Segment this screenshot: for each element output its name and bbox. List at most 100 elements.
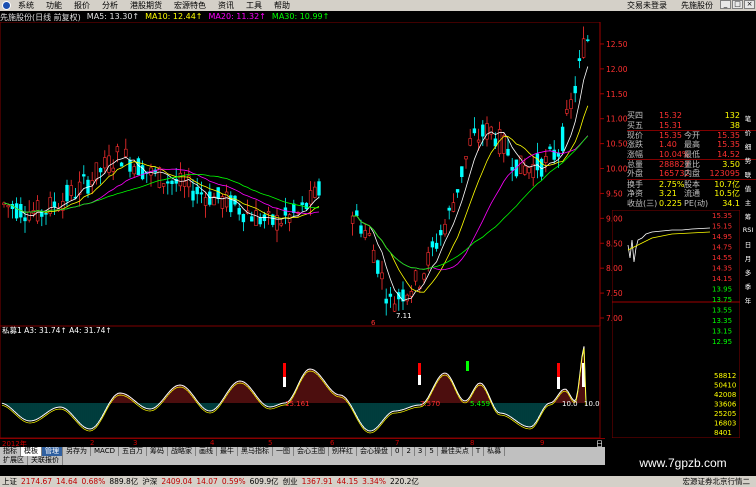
stat-value-2: 34.1: [722, 198, 740, 208]
watermark: www.7gpzb.com: [610, 452, 756, 474]
candlestick-chart[interactable]: 12.5012.0011.5011.0010.5010.009.509.008.…: [0, 22, 627, 326]
broker-name: 宏源证券北京行情二: [682, 477, 751, 486]
tab-3[interactable]: 另存为: [63, 447, 91, 456]
price-tick: 12.00: [606, 65, 627, 74]
menu-system[interactable]: 系统: [12, 0, 40, 11]
volume-tick: 50410: [714, 382, 736, 390]
ma10-label: MA10: 12.44↑: [145, 12, 203, 21]
sh-label: 上证: [2, 477, 17, 486]
sidebar-btn-0[interactable]: 笔: [740, 111, 756, 125]
sh-index: 2174.67: [21, 477, 53, 486]
menu-hongyuan[interactable]: 宏源特色: [168, 0, 212, 11]
indicator-line: [1, 346, 587, 434]
sidebar-btn-11[interactable]: 多: [740, 265, 756, 279]
tab-15[interactable]: 0: [392, 447, 404, 456]
sidebar-btn-9[interactable]: 日: [740, 237, 756, 251]
quote-stat-row: 外盘 165732 内盘 123095: [627, 169, 756, 179]
stat-value-2: 15.35: [717, 131, 740, 141]
price-tick: 11.00: [606, 115, 627, 124]
date-tick: 6: [330, 439, 335, 447]
minute-tick: 13.15: [712, 328, 732, 336]
menu-news[interactable]: 资讯: [212, 0, 240, 11]
tab-19[interactable]: 最佳买点: [438, 447, 473, 456]
tab-14[interactable]: 会心操盘: [357, 447, 392, 456]
tab-6[interactable]: 筹码: [147, 447, 168, 456]
tab-8[interactable]: 画线: [196, 447, 217, 456]
indicator-last-value: 10.0: [584, 400, 600, 408]
ma5-label: MA5: 13.30↑: [86, 12, 140, 21]
minute-tick: 13.75: [712, 296, 732, 304]
stat-value: 2.75%: [659, 179, 685, 189]
sidebar-btn-5[interactable]: 值: [740, 181, 756, 195]
tab-18[interactable]: 5: [426, 447, 438, 456]
tab-10[interactable]: 黑马指标: [238, 447, 273, 456]
tab-20[interactable]: T: [473, 447, 485, 456]
quote-panel: 买四 15.32 132 买五 15.31 38 现价 15.35 今开 15.35 涨…: [627, 111, 756, 208]
tab-7[interactable]: 战略家: [168, 447, 196, 456]
ma20-label: MA20: 11.32↑: [208, 12, 266, 21]
stat-value: 3.21: [659, 188, 677, 198]
indicator-chart[interactable]: 私募1 A3: 31.74↑ A4: 31.74↑ 15.161 7.570 5…: [0, 326, 605, 438]
cy-label: 创业: [282, 477, 298, 486]
tab-5[interactable]: 五百万: [119, 447, 147, 456]
date-tick: 5: [268, 439, 273, 447]
tab-13[interactable]: 别样红: [329, 447, 357, 456]
quote-stat-row: 涨幅 10.04% 最低 14.52: [627, 150, 756, 160]
tab-16[interactable]: 2: [403, 447, 415, 456]
menu-help[interactable]: 帮助: [268, 0, 296, 11]
price-tick: 9.50: [606, 189, 623, 198]
low-price-label: 7.11: [396, 312, 412, 320]
sidebar-btn-3[interactable]: 势: [740, 153, 756, 167]
stat-value-2: 15.35: [717, 140, 740, 150]
bar-label-4: 10.0: [562, 400, 578, 408]
stat-value-2: 10.5亿: [714, 188, 740, 198]
stat-value: 0.225: [659, 198, 682, 208]
tab-4[interactable]: MACD: [91, 447, 119, 456]
sidebar-btn-12[interactable]: 季: [740, 279, 756, 293]
sidebar-btn-13[interactable]: 年: [740, 293, 756, 307]
date-axis: 2012年 2 3 4 5 6 7 8 9 日: [0, 438, 605, 448]
minute-tick: 13.95: [712, 286, 732, 294]
tab-extension[interactable]: 扩展区: [0, 456, 28, 465]
minute-tick: 15.35: [712, 212, 732, 220]
stat-label-2: PE(动): [684, 198, 709, 208]
tab-2[interactable]: 管理: [42, 447, 63, 456]
cy-pct: 3.34%: [362, 477, 386, 486]
sidebar-btn-8[interactable]: RSI: [740, 223, 756, 237]
tab-1[interactable]: 模板: [21, 447, 42, 456]
sidebar-btn-7[interactable]: 筹: [740, 209, 756, 223]
tab-11[interactable]: 一图: [273, 447, 294, 456]
menu-quote[interactable]: 报价: [68, 0, 96, 11]
minimize-icon[interactable]: _: [720, 0, 731, 9]
tab-12[interactable]: 会心主图: [294, 447, 329, 456]
minute-tick: 14.15: [712, 275, 732, 283]
menu-hk-futures[interactable]: 港股期货: [124, 0, 168, 11]
stat-value: 15.35: [659, 131, 682, 141]
volume-tick: 58812: [714, 372, 736, 380]
sidebar-btn-10[interactable]: 月: [740, 251, 756, 265]
maximize-icon[interactable]: □: [732, 0, 743, 9]
cy-change: 44.15: [336, 477, 359, 486]
tab-21[interactable]: 私募: [484, 447, 506, 456]
price-tick: 10.00: [606, 165, 627, 174]
bar-label-3: 5.459: [470, 400, 490, 408]
minute-chart[interactable]: 15.35 15.15 14.95 14.75 14.55 14.35 14.15 13.95…: [612, 210, 740, 438]
date-tick: 3: [133, 439, 138, 447]
tab-related-quote[interactable]: 关联报价: [28, 456, 63, 465]
menu-tools[interactable]: 工具: [240, 0, 268, 11]
trade-login-status[interactable]: 交易未登录: [620, 0, 674, 11]
tab-0[interactable]: 指标: [0, 447, 21, 456]
menu-function[interactable]: 功能: [40, 0, 68, 11]
tab-9[interactable]: 最牛: [217, 447, 238, 456]
minute-tick: 14.75: [712, 244, 732, 252]
sidebar-btn-2[interactable]: 细: [740, 139, 756, 153]
tab-17[interactable]: 3: [415, 447, 427, 456]
sidebar-btn-1[interactable]: 价: [740, 125, 756, 139]
sidebar-btn-6[interactable]: 主: [740, 195, 756, 209]
sh-amount: 889.8亿: [109, 477, 139, 486]
sidebar-btn-4[interactable]: 联: [740, 167, 756, 181]
stat-label: 收益(三): [627, 198, 658, 208]
close-icon[interactable]: ×: [744, 0, 755, 9]
sz-index: 2409.04: [161, 477, 193, 486]
menu-analysis[interactable]: 分析: [96, 0, 124, 11]
